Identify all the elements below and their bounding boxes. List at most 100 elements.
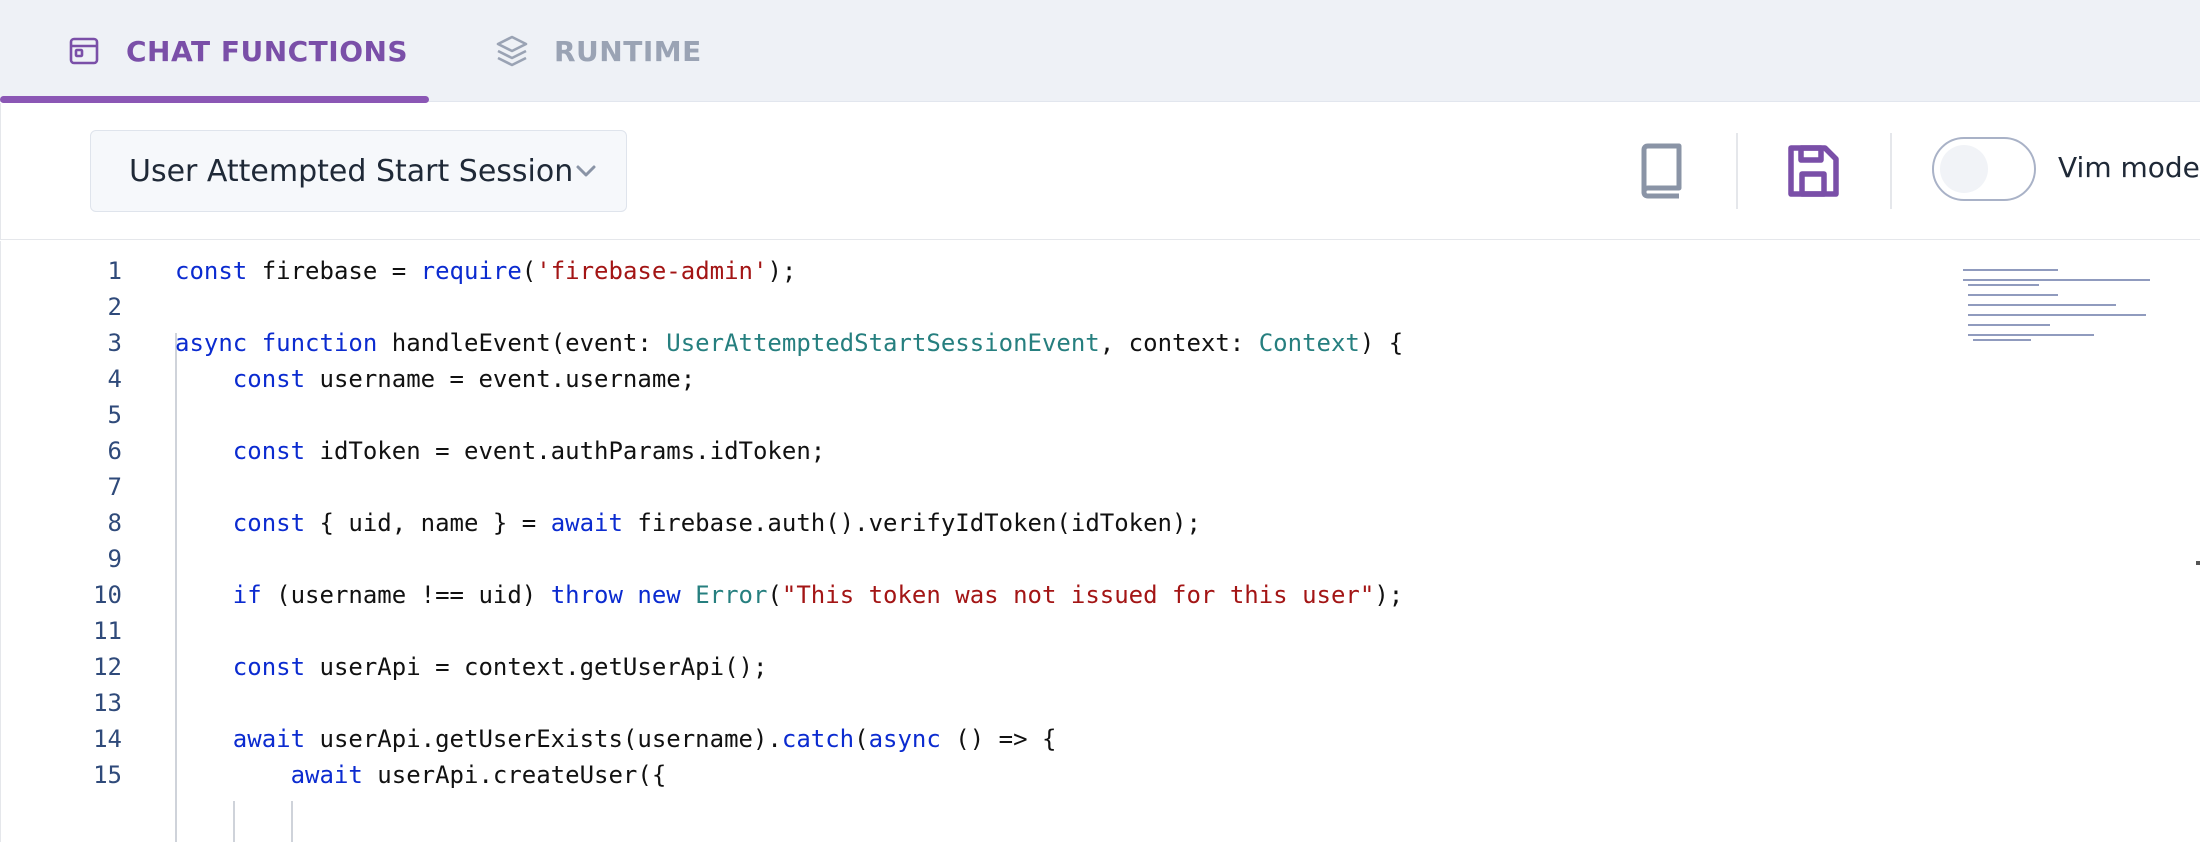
line-number: 4 [107,365,122,393]
line-number: 10 [93,581,122,609]
code-token: userApi = context.getUserApi(); [305,653,768,681]
vim-mode-label: Vim mode [2058,151,2200,184]
code-token: ); [767,257,797,285]
code-token: ( [521,257,537,285]
code-token: handleEvent(event: [377,329,667,357]
code-token: if [232,581,262,609]
code-line: const idToken = event.authParams.idToken… [175,433,825,469]
line-number: 7 [107,473,122,501]
code-token: async function [175,329,378,357]
function-select-value: User Attempted Start Session [129,153,574,189]
code-token: throw new [550,581,681,609]
minimap[interactable] [1963,269,2199,369]
minimap-line [1968,314,2147,316]
tab-label: CHAT FUNCTIONS [126,34,409,68]
tab-bar: CHAT FUNCTIONS RUNTIME [0,0,2200,103]
indent-guide [291,801,293,842]
line-number: 14 [93,725,122,753]
line-number: 15 [93,761,122,789]
code-token: 'firebase-admin' [536,257,768,285]
chevron-down-icon [572,157,600,185]
code-token: await [550,509,623,537]
toggle-knob [1940,145,1988,193]
minimap-line [1968,284,2039,286]
tab-chat-functions[interactable]: CHAT FUNCTIONS [66,0,408,102]
line-number: 5 [107,401,122,429]
code-token: "This token was not issued for this user… [781,581,1375,609]
minimap-line [1968,294,2059,296]
line-number: 1 [107,257,122,285]
code-line: await userApi.getUserExists(username).ca… [175,721,1057,757]
code-editor[interactable]: 1 2 3 4 5 6 7 8 9 10 11 12 13 14 15 const firebase = r… [0,241,2200,842]
code-token: idToken = event.authParams.idToken; [305,437,826,465]
toolbar-divider [1736,133,1738,209]
code-token: catch [781,725,855,753]
minimap-line [1968,304,2116,306]
code-token: () => { [940,725,1057,753]
code-token: userApi.getUserExists(username). [305,725,782,753]
code-token: await [290,761,363,789]
minimap-line [1968,334,2094,336]
tab-runtime[interactable]: RUNTIME [494,0,702,102]
window-icon [66,33,102,69]
line-number: 8 [107,509,122,537]
line-number: 12 [93,653,122,681]
code-token: const [232,509,306,537]
tab-label: RUNTIME [554,34,702,68]
line-number: 3 [107,329,122,357]
code-line: const userApi = context.getUserApi(); [175,649,768,685]
active-tab-indicator [0,96,429,103]
code-token: username = event.username; [305,365,696,393]
code-line: if (username !== uid) throw new Error("T… [175,577,1403,613]
code-line: const firebase = require('firebase-admin… [175,253,796,289]
code-token: Context [1258,329,1360,357]
code-token: ( [854,725,869,753]
editor-toolbar: User Attempted Start Session Vim mode [0,103,2200,240]
code-token: await [232,725,306,753]
line-number: 2 [107,293,122,321]
toolbar-divider [1890,133,1892,209]
save-icon[interactable] [1783,139,1843,203]
line-number: 11 [93,617,122,645]
minimap-line [1973,339,2031,341]
code-token: firebase = [247,257,421,285]
vim-mode-toggle[interactable] [1932,137,2036,201]
code-token: const [175,257,248,285]
code-token: firebase.auth().verifyIdToken(idToken); [622,509,1201,537]
code-line: const { uid, name } = await firebase.aut… [175,505,1201,541]
line-number: 9 [107,545,122,573]
indent-guide [233,801,235,842]
line-number: 13 [93,689,122,717]
code-line: async function handleEvent(event: UserAt… [175,325,1403,361]
code-token: const [232,653,306,681]
code-token: Error [695,581,768,609]
layers-icon [494,33,530,69]
code-token: ) { [1359,329,1404,357]
code-token: async [868,725,941,753]
code-token: require [420,257,522,285]
code-token: ); [1374,581,1404,609]
code-token: ( [767,581,782,609]
minimap-line [1963,279,2150,281]
code-line: await userApi.createUser({ [175,757,667,793]
code-token: UserAttemptedStartSessionEvent [666,329,1100,357]
function-select[interactable]: User Attempted Start Session [90,130,627,212]
code-token: const [232,437,306,465]
code-token: (username !== uid) [261,581,551,609]
code-line: const username = event.username; [175,361,695,397]
code-token: userApi.createUser({ [362,761,667,789]
book-icon[interactable] [1630,139,1690,203]
minimap-line [1968,324,2050,326]
code-token: , context: [1099,329,1259,357]
minimap-line [1963,269,2058,271]
code-token: { uid, name } = [305,509,551,537]
line-number: 6 [107,437,122,465]
